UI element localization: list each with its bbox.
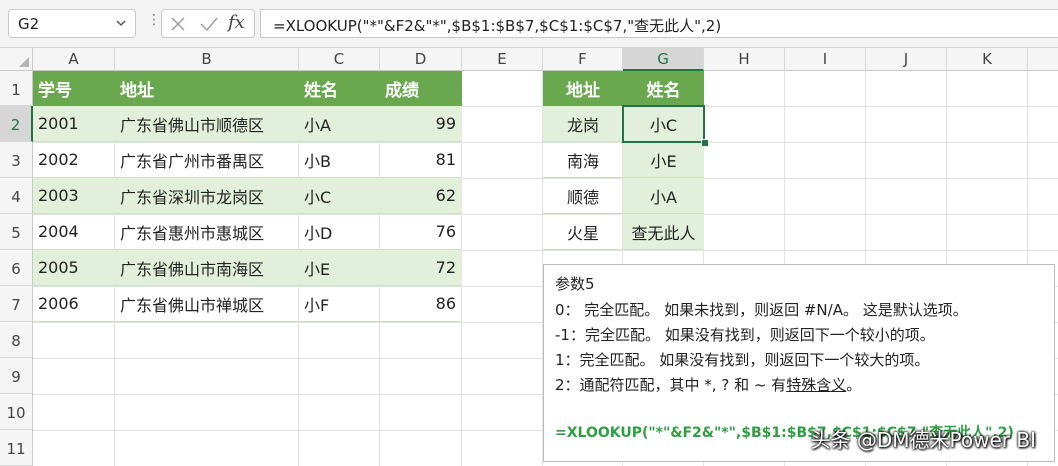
table-cell[interactable]: 2006	[33, 286, 115, 322]
fill-handle[interactable]	[701, 139, 709, 147]
table-cell[interactable]: 2005	[33, 250, 115, 286]
lookup-result-cell[interactable]: 小E	[623, 142, 704, 178]
select-all-triangle	[19, 57, 29, 67]
lookup-header-name[interactable]: 姓名	[623, 71, 704, 106]
column-header-g[interactable]: G	[623, 48, 704, 71]
column-header-k[interactable]: K	[947, 48, 1028, 71]
note-line-4-prefix: 2：通配符匹配，其中 *, ? 和 ~ 有	[555, 376, 787, 394]
formula-text: =XLOOKUP("*"&F2&"*",$B$1:$B$7,$C$1:$C$7,…	[273, 17, 722, 35]
table-cell[interactable]: 小E	[299, 250, 380, 286]
row-header-3[interactable]: 3	[0, 142, 33, 178]
table-cell[interactable]: 小B	[299, 142, 380, 178]
table-cell[interactable]: 小D	[299, 214, 380, 250]
table-cell[interactable]: 广东省广州市番禺区	[115, 142, 299, 178]
table-cell[interactable]: 2003	[33, 178, 115, 214]
note-line: 0： 完全匹配。 如果未找到，则返回 #N/A。 这是默认选项。	[555, 301, 968, 319]
table-cell[interactable]: 广东省佛山市禅城区	[115, 286, 299, 322]
row-header-6[interactable]: 6	[0, 250, 33, 286]
formula-buttons: fx	[161, 9, 255, 38]
table-cell[interactable]: 72	[380, 250, 462, 286]
row-header-2[interactable]: 2	[0, 106, 33, 142]
table-cell[interactable]: 小F	[299, 286, 380, 322]
row-header-8[interactable]: 8	[0, 322, 33, 358]
note-box: 参数5 0： 完全匹配。 如果未找到，则返回 #N/A。 这是默认选项。 -1：…	[543, 264, 1055, 462]
row-header-9[interactable]: 9	[0, 358, 33, 394]
column-header-h[interactable]: H	[704, 48, 785, 71]
row-header-10[interactable]: 10	[0, 394, 33, 430]
table-cell[interactable]: 2004	[33, 214, 115, 250]
table-cell[interactable]: 广东省佛山市南海区	[115, 250, 299, 286]
chevron-down-icon[interactable]	[115, 17, 127, 29]
table-cell[interactable]: 76	[380, 214, 462, 250]
lookup-cell[interactable]: 龙岗	[543, 106, 623, 142]
table-cell[interactable]: 广东省深圳市龙岗区	[115, 178, 299, 214]
name-box-value: G2	[18, 15, 40, 33]
column-header-i[interactable]: I	[785, 48, 866, 71]
table-cell[interactable]: 86	[380, 286, 462, 322]
enter-check-icon[interactable]	[199, 15, 219, 33]
table-cell[interactable]: 广东省惠州市惠城区	[115, 214, 299, 250]
note-title: 参数5	[555, 275, 595, 293]
note-special-meaning: 特殊含义	[786, 376, 847, 394]
row-header-4[interactable]: 4	[0, 178, 33, 214]
column-header-a[interactable]: A	[33, 48, 115, 71]
column-header-l[interactable]	[1028, 48, 1058, 71]
row-header-7[interactable]: 7	[0, 286, 33, 322]
header-name[interactable]: 姓名	[299, 71, 380, 106]
note-line-4: 2：通配符匹配，其中 *, ? 和 ~ 有特殊含义。	[555, 374, 861, 395]
table-cell[interactable]: 小A	[299, 106, 380, 142]
row-header-1[interactable]: 1	[0, 71, 33, 106]
cancel-icon[interactable]	[169, 15, 187, 33]
table-cell[interactable]: 81	[380, 142, 462, 178]
column-header-j[interactable]: J	[866, 48, 947, 71]
note-line: 1：完全匹配。 如果没有找到，则返回下一个较大的项。	[555, 351, 930, 369]
note-line: -1：完全匹配。 如果没有找到，则返回下一个较小的项。	[555, 326, 935, 344]
lookup-result-cell[interactable]: 小A	[623, 178, 704, 214]
more-options-icon[interactable]: ⋮	[147, 12, 161, 28]
formula-input[interactable]: =XLOOKUP("*"&F2&"*",$B$1:$B$7,$C$1:$C$7,…	[260, 9, 1058, 38]
insert-function-icon[interactable]: fx	[228, 12, 245, 33]
column-header-d[interactable]: D	[380, 48, 462, 71]
name-box[interactable]: G2	[8, 9, 136, 38]
lookup-header-address[interactable]: 地址	[543, 71, 623, 106]
row-header-11[interactable]: 11	[0, 430, 33, 466]
table-cell[interactable]: 2002	[33, 142, 115, 178]
header-address[interactable]: 地址	[115, 71, 299, 106]
row-header-5[interactable]: 5	[0, 214, 33, 250]
header-score[interactable]: 成绩	[380, 71, 462, 106]
lookup-cell[interactable]: 南海	[543, 142, 623, 178]
active-cell-selection[interactable]	[622, 105, 705, 143]
watermark: 头条 @DM德米Power BI	[810, 428, 1036, 452]
lookup-result-cell[interactable]: 查无此人	[623, 214, 704, 250]
table-cell[interactable]: 广东省佛山市顺德区	[115, 106, 299, 142]
table-cell[interactable]: 99	[380, 106, 462, 142]
lookup-cell[interactable]: 顺德	[543, 178, 623, 214]
lookup-cell[interactable]: 火星	[543, 214, 623, 250]
note-line-4-suffix: 。	[846, 376, 862, 394]
table-cell[interactable]: 2001	[33, 106, 115, 142]
select-all-corner[interactable]	[0, 48, 33, 71]
column-header-c[interactable]: C	[299, 48, 380, 71]
column-header-b[interactable]: B	[115, 48, 299, 71]
table-cell[interactable]: 62	[380, 178, 462, 214]
column-header-f[interactable]: F	[543, 48, 623, 71]
formula-bar: G2 ⋮ fx =XLOOKUP("*"&F2&"*",$B$1:$B$7,$C…	[0, 0, 1058, 48]
header-student-id[interactable]: 学号	[33, 71, 115, 106]
column-header-e[interactable]: E	[462, 48, 543, 71]
table-cell[interactable]: 小C	[299, 178, 380, 214]
